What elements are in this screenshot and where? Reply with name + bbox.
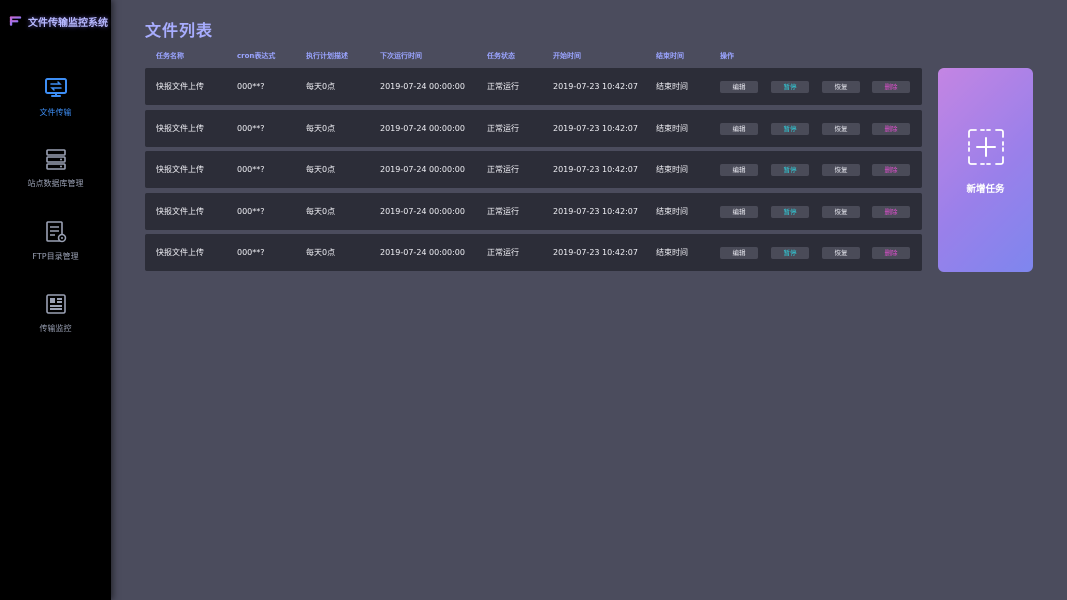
edit-button[interactable]: 编辑 — [720, 81, 758, 93]
end-time: 结束时间 — [656, 124, 688, 133]
table-row: 快报文件上传 000**? 每天0点 2019-07-24 00:00:00 正… — [145, 234, 922, 271]
resume-button[interactable]: 恢复 — [822, 81, 860, 93]
column-header-start-time: 开始时间 — [553, 52, 581, 60]
end-time: 结束时间 — [656, 165, 688, 174]
table-row: 快报文件上传 000**? 每天0点 2019-07-24 00:00:00 正… — [145, 151, 922, 188]
table-row: 快报文件上传 000**? 每天0点 2019-07-24 00:00:00 正… — [145, 68, 922, 105]
cron-expression: 000**? — [237, 82, 265, 91]
edit-button[interactable]: 编辑 — [720, 123, 758, 135]
cron-expression: 000**? — [237, 207, 265, 216]
database-icon — [45, 149, 66, 170]
start-time: 2019-07-23 10:42:07 — [553, 248, 638, 257]
column-header-task-name: 任务名称 — [156, 52, 184, 60]
column-header-end-time: 结束时间 — [656, 52, 684, 60]
table-row: 快报文件上传 000**? 每天0点 2019-07-24 00:00:00 正… — [145, 110, 922, 147]
pause-button[interactable]: 暂停 — [771, 247, 809, 259]
start-time: 2019-07-23 10:42:07 — [553, 207, 638, 216]
resume-button[interactable]: 恢复 — [822, 123, 860, 135]
plan-description: 每天0点 — [306, 207, 336, 216]
next-run-time: 2019-07-24 00:00:00 — [380, 165, 465, 174]
task-status: 正常运行 — [487, 124, 519, 133]
end-time: 结束时间 — [656, 207, 688, 216]
start-time: 2019-07-23 10:42:07 — [553, 124, 638, 133]
next-run-time: 2019-07-24 00:00:00 — [380, 82, 465, 91]
cron-expression: 000**? — [237, 248, 265, 257]
column-header-next-run: 下次运行时间 — [380, 52, 422, 60]
next-run-time: 2019-07-24 00:00:00 — [380, 124, 465, 133]
end-time: 结束时间 — [656, 82, 688, 91]
plan-description: 每天0点 — [306, 248, 336, 257]
task-name: 快报文件上传 — [156, 248, 204, 257]
table-header: 任务名称 cron表达式 执行计划描述 下次运行时间 任务状态 开始时间 结束时… — [145, 51, 922, 63]
delete-button[interactable]: 删除 — [872, 247, 910, 259]
page-title: 文件列表 — [145, 21, 214, 40]
sidebar-item-file-transfer[interactable]: 文件传输 — [0, 76, 111, 118]
app-title: 文件传输监控系统 — [28, 17, 108, 29]
column-header-status: 任务状态 — [487, 52, 515, 60]
sidebar: 文件传输监控系统 文件传输 站点数据库管理 FTP目录管理 传输监控 — [0, 0, 111, 600]
column-header-plan-desc: 执行计划描述 — [306, 52, 348, 60]
start-time: 2019-07-23 10:42:07 — [553, 82, 638, 91]
column-header-cron: cron表达式 — [237, 52, 276, 60]
table-row: 快报文件上传 000**? 每天0点 2019-07-24 00:00:00 正… — [145, 193, 922, 230]
sidebar-item-label: 文件传输 — [39, 108, 72, 117]
sidebar-item-site-database[interactable]: 站点数据库管理 — [0, 147, 111, 189]
task-status: 正常运行 — [487, 82, 519, 91]
ftp-directory-icon — [45, 221, 66, 243]
add-icon — [968, 129, 1004, 165]
cron-expression: 000**? — [237, 124, 265, 133]
task-status: 正常运行 — [487, 248, 519, 257]
sidebar-item-label: 传输监控 — [39, 324, 72, 333]
end-time: 结束时间 — [656, 248, 688, 257]
sidebar-item-ftp-directory[interactable]: FTP目录管理 — [0, 220, 111, 262]
task-name: 快报文件上传 — [156, 207, 204, 216]
delete-button[interactable]: 删除 — [872, 206, 910, 218]
task-status: 正常运行 — [487, 165, 519, 174]
edit-button[interactable]: 编辑 — [720, 247, 758, 259]
task-name: 快报文件上传 — [156, 82, 204, 91]
delete-button[interactable]: 删除 — [872, 81, 910, 93]
cron-expression: 000**? — [237, 165, 265, 174]
pause-button[interactable]: 暂停 — [771, 81, 809, 93]
sidebar-item-transfer-monitor[interactable]: 传输监控 — [0, 292, 111, 334]
next-run-time: 2019-07-24 00:00:00 — [380, 248, 465, 257]
pause-button[interactable]: 暂停 — [771, 123, 809, 135]
delete-button[interactable]: 删除 — [872, 164, 910, 176]
task-name: 快报文件上传 — [156, 124, 204, 133]
edit-button[interactable]: 编辑 — [720, 164, 758, 176]
app-logo-icon — [9, 16, 22, 26]
pause-button[interactable]: 暂停 — [771, 164, 809, 176]
plan-description: 每天0点 — [306, 124, 336, 133]
brand: 文件传输监控系统 — [8, 12, 108, 30]
resume-button[interactable]: 恢复 — [822, 247, 860, 259]
next-run-time: 2019-07-24 00:00:00 — [380, 207, 465, 216]
start-time: 2019-07-23 10:42:07 — [553, 165, 638, 174]
monitor-transfer-icon — [44, 78, 67, 97]
task-status: 正常运行 — [487, 207, 519, 216]
new-task-card[interactable]: 新增任务 — [938, 68, 1033, 272]
resume-button[interactable]: 恢复 — [822, 206, 860, 218]
new-task-label: 新增任务 — [966, 184, 1005, 195]
edit-button[interactable]: 编辑 — [720, 206, 758, 218]
delete-button[interactable]: 删除 — [872, 123, 910, 135]
resume-button[interactable]: 恢复 — [822, 164, 860, 176]
pause-button[interactable]: 暂停 — [771, 206, 809, 218]
task-name: 快报文件上传 — [156, 165, 204, 174]
dashboard-icon — [45, 294, 66, 314]
column-header-actions: 操作 — [720, 52, 734, 60]
plan-description: 每天0点 — [306, 165, 336, 174]
plan-description: 每天0点 — [306, 82, 336, 91]
sidebar-item-label: 站点数据库管理 — [27, 179, 84, 188]
sidebar-item-label: FTP目录管理 — [32, 252, 79, 261]
